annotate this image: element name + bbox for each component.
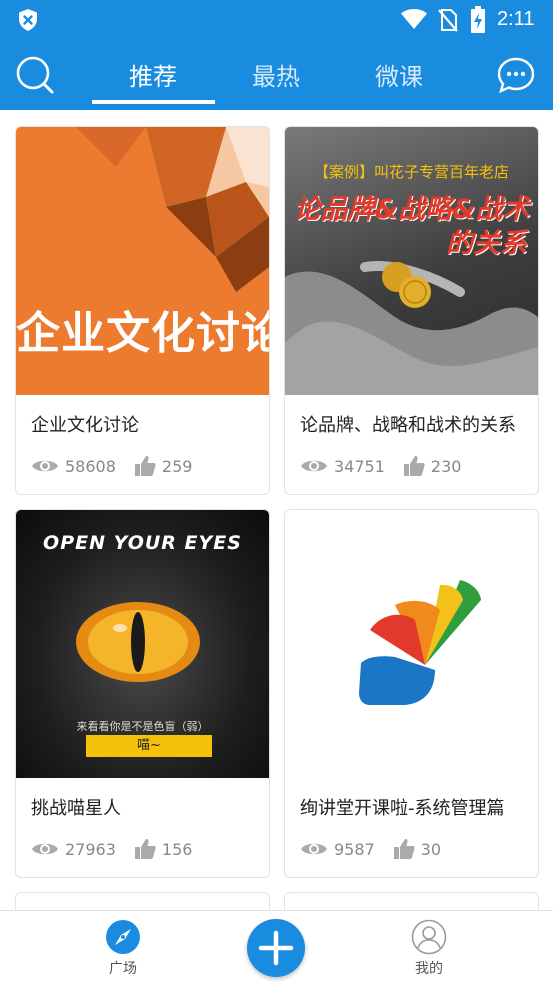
course-card-partial[interactable] [15,892,270,910]
battery-charging-icon [471,6,485,33]
thumbs-up-icon [393,839,415,859]
course-thumbnail [285,510,538,778]
card-title: 挑战喵星人 [31,798,121,819]
search-icon[interactable] [14,54,56,96]
chat-bubble-icon[interactable] [497,57,535,93]
nav-mine-label: 我的 [415,961,443,977]
card-title: 论品牌、战略和战术的关系 [300,415,516,436]
wifi-icon [401,9,427,29]
like-count: 259 [161,456,193,476]
thumbnail-subtitle: 【案例】叫花子专营百年老店 [313,163,509,181]
card-stats: 34751 230 [300,454,479,478]
tab-hottest[interactable]: 最热 [216,57,336,92]
like-count: 230 [430,456,462,476]
eye-icon [32,843,58,855]
nav-plaza[interactable]: 广场 [83,919,163,978]
thumbs-up-icon [403,456,425,476]
status-bar: 2:11 [0,0,553,40]
thumbnail-text: 企业文化讨论 [16,308,269,359]
shield-x-icon [19,9,37,31]
course-thumbnail: 企业文化讨论 [16,127,269,395]
card-title: 绚讲堂开课啦-系统管理篇 [300,798,505,819]
view-count: 27963 [65,839,116,859]
card-stats: 9587 30 [300,837,459,861]
eye-icon [301,843,327,855]
like-count: 156 [161,839,193,859]
compass-icon [106,920,140,954]
view-count: 9587 [334,839,375,859]
view-count: 58608 [65,456,116,476]
thumbs-up-icon [134,456,156,476]
course-grid: 企业文化讨论 企业文化讨论 58608 259 【案例】叫花子专营百年老店 论品… [0,110,553,910]
tab-recommended[interactable]: 推荐 [93,57,213,92]
course-card[interactable]: 企业文化讨论 企业文化讨论 58608 259 [15,126,270,495]
user-profile-icon [411,919,447,955]
thumbnail-badge: 喵~ [86,735,212,757]
view-count: 34751 [334,456,385,476]
course-thumbnail: 【案例】叫花子专营百年老店 论品牌&战略&战术 的关系 [285,127,538,395]
course-card[interactable]: 【案例】叫花子专营百年老店 论品牌&战略&战术 的关系 论品牌、战略和战术的关系… [284,126,539,495]
plus-icon [258,930,294,966]
nav-plaza-label: 广场 [109,961,137,977]
course-thumbnail: OPEN YOUR EYES 来看看你是不是色盲（弱） 喵~ [16,510,269,778]
add-button[interactable] [247,919,305,977]
card-title: 企业文化讨论 [31,415,139,436]
eye-icon [32,460,58,472]
tab-indicator [92,100,215,104]
course-card[interactable]: OPEN YOUR EYES 来看看你是不是色盲（弱） 喵~ 挑战喵星人 279… [15,509,270,878]
nav-mine[interactable]: 我的 [389,919,469,978]
top-app-bar: 推荐 最热 微课 [0,40,553,110]
thumbs-up-icon [134,839,156,859]
thumbnail-caption: 来看看你是不是色盲（弱） [76,720,209,733]
like-count: 30 [420,839,442,859]
fan-logo [359,580,481,705]
status-time: 2:11 [497,8,535,30]
tab-micro-course[interactable]: 微课 [339,57,459,92]
card-stats: 27963 156 [31,837,210,861]
bottom-nav: 广场 我的 [0,910,553,984]
card-stats: 58608 259 [31,454,210,478]
eye-icon [301,460,327,472]
thumbnail-heading: OPEN YOUR EYES [43,532,242,554]
no-sim-icon [438,9,458,32]
course-card-partial[interactable] [284,892,539,910]
thumbnail-headline-2: 的关系 [446,228,527,259]
course-card[interactable]: 绚讲堂开课啦-系统管理篇 9587 30 [284,509,539,878]
